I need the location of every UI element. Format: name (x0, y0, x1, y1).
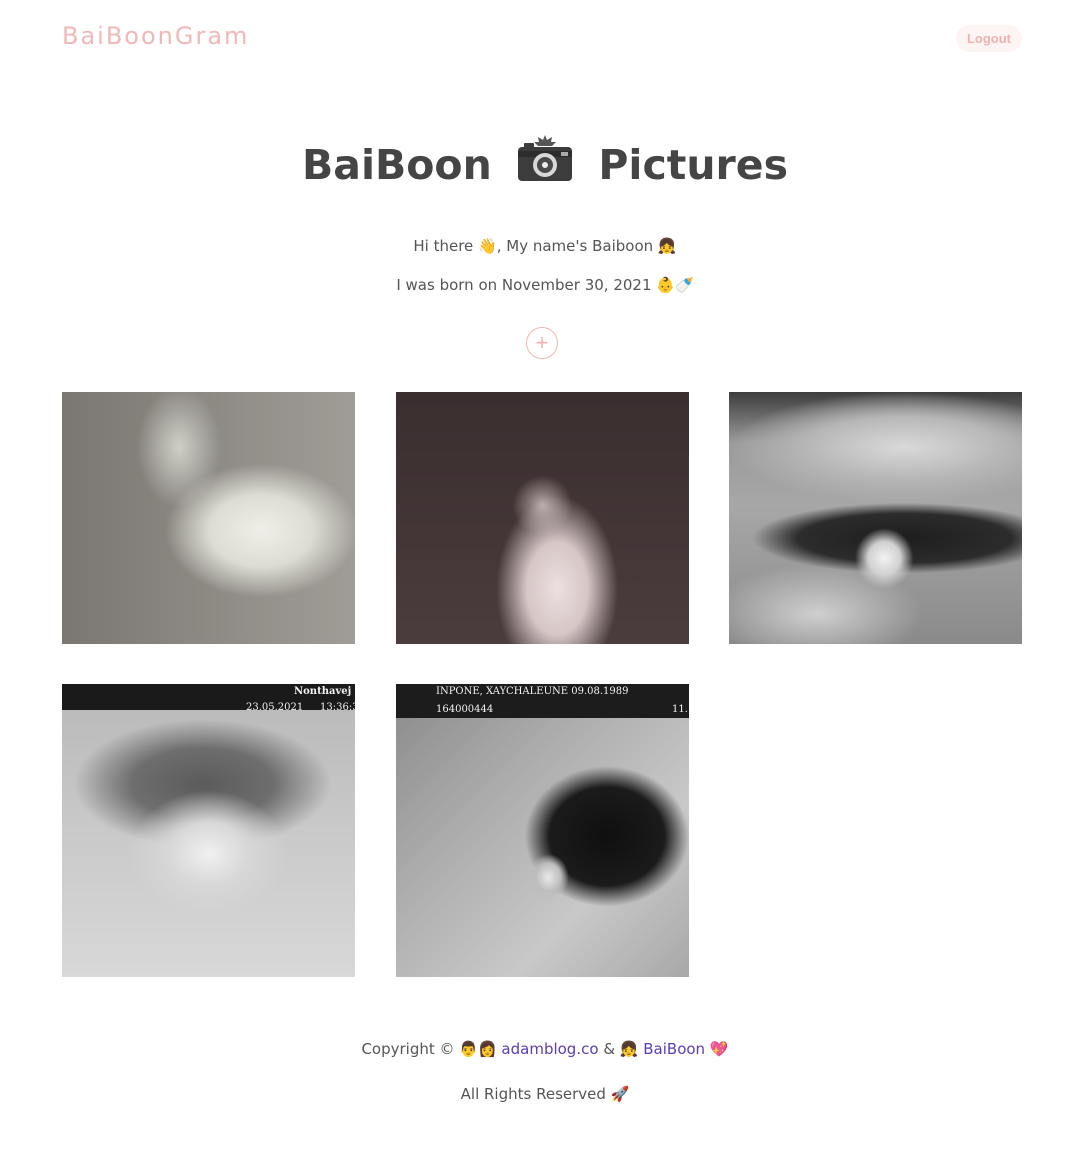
photo-caption: Nonthavej H (294, 686, 355, 697)
baiboon-link[interactable]: BaiBoon (643, 1040, 705, 1058)
photo-caption: 11. (672, 704, 688, 715)
photo-card[interactable]: Nonthavej H 23.05.2021 13:36:3 (62, 684, 355, 977)
photo-caption: INPONE, XAYCHALEUNE 09.08.1989 (436, 686, 629, 697)
girl-icon: 👧 (619, 1040, 639, 1058)
navbar: BaiBoonGram Logout (0, 0, 1090, 76)
heart-icon: 💖 (709, 1040, 729, 1058)
copyright-prefix: Copyright © 👨👩 (361, 1040, 497, 1058)
photo-card[interactable] (396, 392, 689, 644)
footer-copyright: Copyright © 👨👩 adamblog.co & 👧 BaiBoon 💖 (0, 1040, 1090, 1058)
footer-rights: All Rights Reserved 🚀 (460, 1085, 630, 1103)
ampersand: & (603, 1040, 616, 1058)
brand-logo[interactable]: BaiBoonGram (62, 22, 249, 50)
intro-greeting: Hi there 👋, My name's Baiboon 👧 (413, 237, 677, 255)
camera-flash-icon (516, 133, 574, 193)
adamblog-link[interactable]: adamblog.co (501, 1040, 598, 1058)
title-left: BaiBoon (302, 141, 492, 189)
photo-caption: 13:36:3 (320, 702, 355, 713)
photo-card[interactable] (729, 392, 1022, 644)
photo-caption: 23.05.2021 (246, 702, 304, 713)
photo-card[interactable]: INPONE, XAYCHALEUNE 09.08.1989 164000444… (396, 684, 689, 977)
page-title: BaiBoon Pictures (0, 135, 1090, 198)
photo-caption: 164000444 (436, 704, 494, 715)
intro-birthdate: I was born on November 30, 2021 👶🍼 (396, 276, 694, 294)
add-photo-button[interactable]: + (526, 327, 558, 359)
title-right: Pictures (598, 141, 788, 189)
logout-button[interactable]: Logout (955, 25, 1022, 52)
photo-card[interactable] (62, 392, 355, 644)
